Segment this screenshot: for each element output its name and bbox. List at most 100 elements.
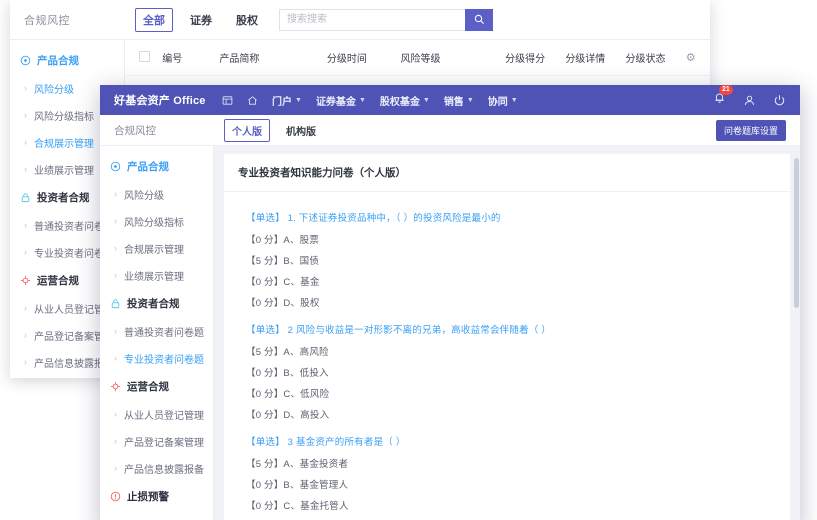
filter-chip-securities[interactable]: 证券 <box>183 9 219 31</box>
fg-sidebar-item-professional-investor-questions[interactable]: › 专业投资者问卷题 <box>100 345 213 372</box>
nav-item-collaboration[interactable]: 协同 ▼ <box>488 93 518 108</box>
question-option[interactable]: 【0 分】A、股票 <box>246 232 776 246</box>
sidebar-item-label: 风险分级指标 <box>124 214 184 229</box>
chevron-right-icon: › <box>114 464 117 473</box>
fg-sidebar-item-product-registration[interactable]: › 产品登记备案管理 <box>100 428 213 455</box>
select-all-checkbox[interactable] <box>139 51 150 62</box>
search-button[interactable] <box>465 9 493 31</box>
chevron-right-icon: › <box>24 165 27 174</box>
nav-item-label: 股权基金 <box>380 93 420 108</box>
question-option[interactable]: 【0 分】C、基金托管人 <box>246 498 776 512</box>
col-product-name[interactable]: 产品简称 <box>215 40 322 76</box>
sidebar-item-label: 合规展示管理 <box>124 241 184 256</box>
table-header: 编号 产品简称 分级时间 风险等级 分级得分 分级详情 分级状态 ⚙ <box>125 40 710 76</box>
col-grading-detail[interactable]: 分级详情 <box>561 40 621 76</box>
nav-item-securities-fund[interactable]: 证券基金 ▼ <box>316 93 366 108</box>
app-navbar: 好基会资产 Office 门户 ▼ <box>100 85 800 115</box>
search-bar <box>279 9 493 31</box>
nav-item-label: 协同 <box>488 93 508 108</box>
gear-icon[interactable]: ⚙ <box>686 52 696 64</box>
col-risk-level[interactable]: 风险等级 <box>397 40 502 76</box>
filter-chip-equity[interactable]: 股权 <box>229 9 265 31</box>
navbar-right-actions: 21 <box>713 91 800 109</box>
nav-item-portal[interactable]: 门户 ▼ <box>272 93 302 108</box>
logout-button[interactable] <box>773 94 786 107</box>
col-settings[interactable]: ⚙ <box>682 40 710 76</box>
chevron-down-icon: ▼ <box>295 97 302 104</box>
fg-sidebar-group-product-compliance[interactable]: 产品合规 <box>100 152 213 181</box>
fg-sidebar-item-compliance-display[interactable]: › 合规展示管理 <box>100 235 213 262</box>
col-grading-time[interactable]: 分级时间 <box>323 40 397 76</box>
col-grading-status[interactable]: 分级状态 <box>622 40 682 76</box>
sidebar-item-label: 普通投资者问卷题 <box>124 324 204 339</box>
questionnaire-body: 【单选】 1. 下述证券投资品种中，（ ）的投资风险是最小的 【0 分】A、股票… <box>224 192 790 520</box>
question-option[interactable]: 【5 分】B、国债 <box>246 253 776 267</box>
sidebar-group-label: 运营合规 <box>127 379 169 394</box>
question-option[interactable]: 【5 分】A、基金投资者 <box>246 456 776 470</box>
sidebar-group-label: 运营合规 <box>37 273 79 288</box>
fg-sidebar-item-product-disclosure[interactable]: › 产品信息披露报备 <box>100 455 213 482</box>
question-option[interactable]: 【0 分】D、股权 <box>246 295 776 309</box>
sidebar-group-label: 产品合规 <box>127 159 169 174</box>
app-brand[interactable]: 好基会资产 Office <box>100 92 214 108</box>
notification-button[interactable]: 21 <box>713 91 726 109</box>
question-option[interactable]: 【0 分】B、基金管理人 <box>246 477 776 491</box>
sidebar-group-label: 产品合规 <box>37 53 79 68</box>
chevron-down-icon: ▼ <box>467 97 474 104</box>
question-bank-settings-button[interactable]: 问卷题库设置 <box>716 120 786 141</box>
question-option[interactable]: 【0 分】C、低风险 <box>246 386 776 400</box>
target-icon <box>110 161 121 172</box>
question-option[interactable]: 【0 分】D、高投入 <box>246 407 776 421</box>
chevron-right-icon: › <box>114 217 117 226</box>
content-scrollbar[interactable] <box>794 158 799 308</box>
chevron-right-icon: › <box>24 138 27 147</box>
nav-item-label: 门户 <box>272 93 292 108</box>
sidebar-item-label: 专业投资者问卷题 <box>124 351 204 366</box>
sidebar-group-product-compliance[interactable]: 产品合规 <box>10 46 124 75</box>
question-header[interactable]: 【单选】 2 风险与收益是一对形影不离的兄弟，高收益常会伴随着（ ） <box>246 322 776 336</box>
nav-item-equity-fund[interactable]: 股权基金 ▼ <box>380 93 430 108</box>
sidebar-group-label: 止损预警 <box>127 489 169 504</box>
chevron-right-icon: › <box>24 304 27 313</box>
sidebar-item-label: 产品登记备案管理 <box>124 434 204 449</box>
sub-toolbar: 合规风控 个人版 机构版 问卷题库设置 <box>100 115 800 146</box>
chevron-right-icon: › <box>114 244 117 253</box>
fg-sidebar-group-stoploss-alert[interactable]: 止损预警 <box>100 482 213 511</box>
question-header[interactable]: 【单选】 3 基金资产的所有者是（ ） <box>246 434 776 448</box>
filter-chip-all[interactable]: 全部 <box>135 8 173 32</box>
chevron-down-icon: ▼ <box>423 97 430 104</box>
sidebar-item-label: 业绩展示管理 <box>34 162 94 177</box>
fg-sidebar-item-performance-display[interactable]: › 业绩展示管理 <box>100 262 213 289</box>
fg-sidebar-group-operational-compliance[interactable]: 运营合规 <box>100 372 213 401</box>
sidebar-item-label: 风险分级 <box>124 187 164 202</box>
question-header[interactable]: 【单选】 1. 下述证券投资品种中，（ ）的投资风险是最小的 <box>246 210 776 224</box>
select-all-cell[interactable] <box>125 40 158 76</box>
col-id[interactable]: 编号 <box>158 40 215 76</box>
tab-institutional[interactable]: 机构版 <box>279 120 323 141</box>
col-grading-score[interactable]: 分级得分 <box>501 40 561 76</box>
chevron-right-icon: › <box>114 354 117 363</box>
fg-sidebar-item-staff-registration[interactable]: › 从业人员登记管理 <box>100 401 213 428</box>
fg-sidebar-group-investor-compliance[interactable]: 投资者合规 <box>100 289 213 318</box>
background-topbar: 合规风控 全部 证券 股权 <box>10 0 710 40</box>
chevron-right-icon: › <box>114 271 117 280</box>
user-button[interactable] <box>743 94 756 107</box>
fg-sidebar-item-general-investor-questions[interactable]: › 普通投资者问卷题 <box>100 318 213 345</box>
tab-personal[interactable]: 个人版 <box>224 119 270 142</box>
chevron-right-icon: › <box>24 84 27 93</box>
foreground-window[interactable]: 好基会资产 Office 门户 ▼ <box>100 85 800 520</box>
nav-item-sales[interactable]: 销售 ▼ <box>444 93 474 108</box>
question-option[interactable]: 【5 分】A、高风险 <box>246 344 776 358</box>
version-tabs: 个人版 机构版 <box>214 119 716 142</box>
search-input[interactable] <box>279 9 465 31</box>
question-option[interactable]: 【0 分】B、低投入 <box>246 365 776 379</box>
nav-item-label: 证券基金 <box>316 93 356 108</box>
gear-red-icon <box>20 275 31 286</box>
fg-sidebar-item-risk-grading-index[interactable]: › 风险分级指标 <box>100 208 213 235</box>
question-block: 【单选】 2 风险与收益是一对形影不离的兄弟，高收益常会伴随着（ ） 【5 分】… <box>246 322 776 421</box>
home-icon[interactable] <box>247 95 258 106</box>
layout-icon[interactable] <box>222 95 233 106</box>
fg-sidebar-item-risk-grading[interactable]: › 风险分级 <box>100 181 213 208</box>
question-option[interactable]: 【0 分】C、基金 <box>246 274 776 288</box>
chevron-down-icon: ▼ <box>511 97 518 104</box>
